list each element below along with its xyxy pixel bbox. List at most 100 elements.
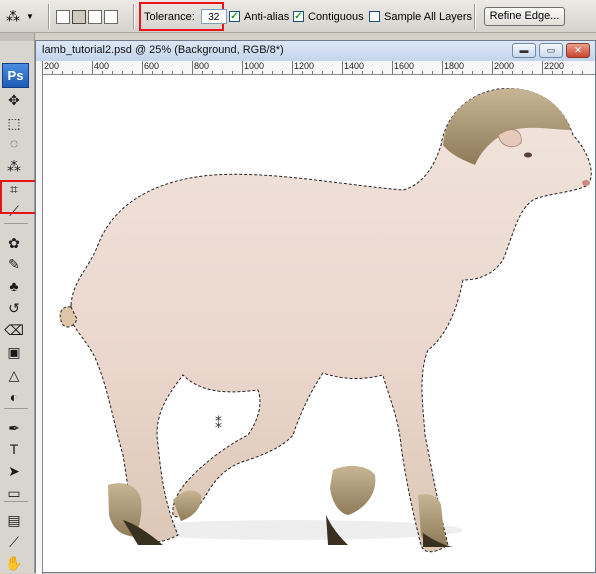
- ruler-minor-tick: [402, 71, 403, 74]
- ruler-tick: [192, 61, 193, 74]
- refine-edge-button[interactable]: Refine Edge...: [484, 7, 565, 26]
- ruler-minor-tick: [422, 71, 423, 74]
- ruler-minor-tick: [562, 71, 563, 74]
- history-brush-tool-icon[interactable]: ↺: [3, 298, 25, 318]
- shape-tool-icon[interactable]: ▭: [3, 483, 25, 503]
- ruler-tick: [542, 61, 543, 74]
- anti-alias-label: Anti-alias: [244, 10, 290, 23]
- tolerance-group: Tolerance: 32: [144, 0, 227, 33]
- ruler-minor-tick: [252, 71, 253, 74]
- ruler-minor-tick: [162, 71, 163, 74]
- contiguous-label: Contiguous: [308, 10, 364, 23]
- minimize-button[interactable]: ▬: [512, 43, 536, 58]
- ruler-minor-tick: [372, 71, 373, 74]
- contiguous-checkbox[interactable]: ✓: [293, 11, 304, 22]
- tolerance-input[interactable]: 32: [200, 9, 227, 24]
- eraser-tool-icon[interactable]: ⌫: [3, 320, 25, 340]
- chevron-down-icon: ▼: [26, 12, 34, 21]
- ruler-minor-tick: [352, 71, 353, 74]
- tolerance-label: Tolerance:: [144, 10, 195, 23]
- lasso-tool-icon[interactable]: ◌: [3, 133, 25, 153]
- options-bar: ⁂ ▼ Tolerance: 32 ✓ Anti-alias ✓ Contigu…: [0, 0, 596, 33]
- sample-all-layers-label: Sample All Layers: [384, 10, 473, 23]
- ruler-minor-tick: [322, 71, 323, 74]
- ruler-minor-tick: [572, 71, 573, 74]
- ruler-minor-tick: [512, 71, 513, 74]
- close-button[interactable]: ✕: [566, 43, 590, 58]
- ruler-minor-tick: [552, 71, 553, 74]
- panel-collapse-bar[interactable]: [0, 33, 34, 41]
- ruler-minor-tick: [72, 71, 73, 74]
- sample-all-layers-checkbox[interactable]: [369, 11, 380, 22]
- eyedropper2-tool-icon[interactable]: ⟋: [3, 532, 25, 552]
- magic-wand-icon: ⁂: [6, 8, 20, 24]
- add-to-selection-button[interactable]: [72, 9, 86, 24]
- ruler-tick: [492, 61, 493, 74]
- anti-alias-checkbox[interactable]: ✓: [229, 11, 240, 22]
- ruler-minor-tick: [262, 71, 263, 74]
- tool-separator: [4, 408, 28, 409]
- ruler-minor-tick: [472, 71, 473, 74]
- vertical-ruler[interactable]: [36, 74, 43, 574]
- ruler-minor-tick: [182, 71, 183, 74]
- tool-preset-picker[interactable]: ⁂ ▼: [6, 0, 34, 33]
- ruler-minor-tick: [62, 71, 63, 74]
- blur-tool-icon[interactable]: △: [3, 365, 25, 385]
- image-canvas[interactable]: ⁑: [43, 75, 595, 572]
- ruler-minor-tick: [272, 71, 273, 74]
- healing-brush-tool-icon[interactable]: ✿: [3, 233, 25, 253]
- gradient-tool-icon[interactable]: ▣: [3, 342, 25, 362]
- ruler-minor-tick: [82, 71, 83, 74]
- ruler-minor-tick: [102, 71, 103, 74]
- new-selection-button[interactable]: [56, 9, 70, 24]
- hand-tool-icon[interactable]: ✋: [3, 553, 25, 573]
- magic-wand-cursor-icon: ⁑: [215, 415, 222, 431]
- ruler-minor-tick: [282, 71, 283, 74]
- ruler-minor-tick: [362, 71, 363, 74]
- notes-tool-icon[interactable]: ▤: [3, 510, 25, 530]
- ruler-minor-tick: [462, 71, 463, 74]
- tool-separator: [4, 223, 28, 224]
- intersect-selection-button[interactable]: [104, 9, 118, 24]
- dodge-tool-icon[interactable]: ◐: [3, 387, 25, 407]
- lamb-image: [59, 87, 592, 553]
- ruler-tick: [342, 61, 343, 74]
- path-selection-tool-icon[interactable]: ➤: [3, 461, 25, 481]
- ruler-tick: [392, 61, 393, 74]
- tool-separator: [4, 501, 28, 502]
- ruler-minor-tick: [582, 71, 583, 74]
- ruler-minor-tick: [152, 71, 153, 74]
- magic-wand-tool-icon[interactable]: ⁂: [3, 156, 25, 176]
- ruler-minor-tick: [412, 71, 413, 74]
- clone-stamp-tool-icon[interactable]: ♣: [3, 276, 25, 296]
- ruler-minor-tick: [332, 71, 333, 74]
- ruler-minor-tick: [532, 71, 533, 74]
- ruler-tick: [292, 61, 293, 74]
- move-tool-icon[interactable]: ✥: [3, 90, 25, 110]
- horizontal-ruler[interactable]: 200 400 600 800 1000 1200 1400 1600 1800 2000 2200: [36, 61, 595, 75]
- type-tool-icon[interactable]: T: [3, 439, 25, 459]
- photoshop-logo: Ps: [2, 63, 29, 88]
- ruler-minor-tick: [302, 71, 303, 74]
- marquee-tool-icon[interactable]: ⬚: [3, 113, 25, 133]
- ruler-minor-tick: [482, 71, 483, 74]
- contiguous-option[interactable]: ✓ Contiguous: [293, 0, 364, 33]
- document-titlebar[interactable]: lamb_tutorial2.psd @ 25% (Background, RG…: [36, 41, 595, 62]
- brush-tool-icon[interactable]: ✎: [3, 254, 25, 274]
- maximize-button[interactable]: ▭: [539, 43, 563, 58]
- ruler-minor-tick: [222, 71, 223, 74]
- anti-alias-option[interactable]: ✓ Anti-alias: [229, 0, 289, 33]
- ruler-minor-tick: [232, 71, 233, 74]
- subtract-from-selection-button[interactable]: [88, 9, 102, 24]
- selection-mode-group: [56, 0, 120, 33]
- ruler-minor-tick: [112, 71, 113, 74]
- ruler-minor-tick: [452, 71, 453, 74]
- ruler-minor-tick: [172, 71, 173, 74]
- ruler-minor-tick: [132, 71, 133, 74]
- sample-all-layers-option[interactable]: Sample All Layers: [369, 0, 472, 33]
- ruler-tick: [92, 61, 93, 74]
- ruler-tick: [42, 61, 43, 74]
- pen-tool-icon[interactable]: ✒: [3, 418, 25, 438]
- lamb-body: [59, 87, 592, 553]
- ruler-minor-tick: [212, 71, 213, 74]
